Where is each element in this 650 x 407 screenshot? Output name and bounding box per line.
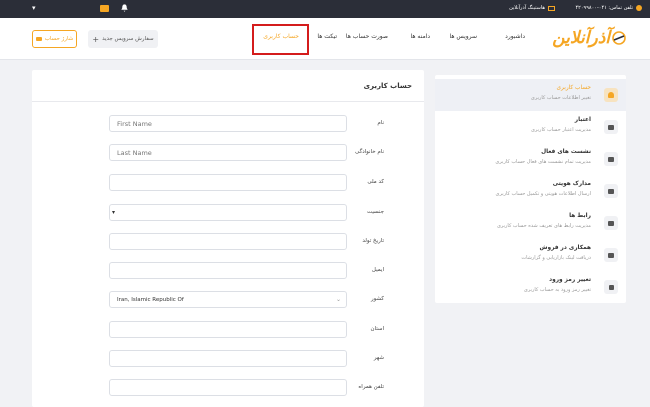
cash-button-label: شارژ حساب	[44, 36, 74, 42]
sidebar-item-subtitle: دریافت لینک بازاریابی و گزارشات	[521, 255, 591, 261]
mobile-label: تلفن همراه	[358, 384, 384, 390]
active-nav-highlight	[252, 24, 309, 55]
sidebar-item-title: تغییر رمز ورود	[549, 277, 591, 283]
plus-icon: +	[92, 34, 100, 44]
sidebar-item-password[interactable]: تغییر رمز ورود تغییر رمز ورود به حساب کا…	[435, 271, 626, 303]
phone-icon	[636, 5, 642, 11]
sessions-icon	[604, 152, 618, 166]
last-name-label: نام خانوادگی	[355, 149, 384, 155]
wallet-icon	[35, 37, 42, 41]
wallet-card-icon[interactable]	[100, 5, 109, 12]
last-name-input[interactable]	[109, 144, 347, 161]
city-label: شهر	[373, 355, 384, 361]
email-input[interactable]	[109, 262, 347, 279]
national-id-label: کد ملی	[367, 179, 384, 185]
divider	[32, 101, 424, 102]
phone-label: تلفن تماس: ۰۴۱-۴۲۰۹۹۸۰۰	[575, 5, 633, 11]
bell-icon[interactable]	[120, 3, 129, 13]
first-name-label: نام	[377, 120, 384, 126]
sidebar-item-subtitle: تغییر اطلاعات حساب کاربری	[530, 95, 591, 101]
birth-date-input[interactable]	[109, 233, 347, 250]
top-bar: تلفن تماس: ۰۴۱-۴۲۰۹۹۸۰۰ هاستینگ آذرآنلای…	[0, 0, 650, 18]
sidebar-item-subtitle: مدیریت تمام نشست های فعال حساب کاربری	[495, 159, 591, 165]
chevron-down-icon: ⌄	[335, 296, 341, 303]
order-service-button[interactable]: سفارش سرویس جدید +	[88, 30, 158, 48]
sidebar-item-subtitle: مدیریت اعتبار حساب کاربری	[530, 127, 591, 133]
country-label: کشور	[370, 296, 384, 302]
logo-mark-icon	[612, 31, 626, 45]
city-input[interactable]	[109, 350, 347, 367]
order-button-label: سفارش سرویس جدید	[102, 36, 154, 42]
sidebar-item-title: حساب کاربری	[556, 85, 592, 91]
first-name-input[interactable]	[109, 115, 347, 132]
sidebar-item-subtitle: مدیریت رابط های تعریف شده حساب کاربری	[496, 223, 591, 229]
sidebar-item-documents[interactable]: مدارک هویتی ارسال اطلاعات هویتی و تکمیل …	[435, 175, 626, 207]
mobile-input[interactable]	[109, 379, 347, 396]
account-sidebar: حساب کاربری تغییر اطلاعات حساب کاربری اع…	[435, 75, 626, 303]
sidebar-item-title: همکاری در فروش	[539, 245, 591, 251]
sidebar-item-account[interactable]: حساب کاربری تغییر اطلاعات حساب کاربری	[435, 79, 626, 111]
country-value: Iran, Islamic Republic Of	[117, 296, 184, 303]
sidebar-item-contacts[interactable]: رابط ها مدیریت رابط های تعریف شده حساب ک…	[435, 207, 626, 239]
email-label: ایمیل	[371, 267, 384, 273]
sidebar-item-title: رابط ها	[569, 213, 591, 219]
nav-invoices[interactable]: صورت حساب ها	[346, 33, 388, 40]
sidebar-item-affiliate[interactable]: همکاری در فروش دریافت لینک بازاریابی و گ…	[435, 239, 626, 271]
chevron-down-icon: ▾	[112, 209, 116, 216]
chevron-down-icon[interactable]: ▾	[32, 4, 36, 12]
nav-dashboard[interactable]: داشبورد	[505, 33, 525, 40]
id-card-icon	[604, 184, 618, 198]
phone-contact[interactable]: تلفن تماس: ۰۴۱-۴۲۰۹۹۸۰۰	[575, 5, 642, 11]
hosting-link[interactable]: هاستینگ آذرآنلاین	[509, 5, 555, 11]
wallet-icon	[604, 120, 618, 134]
sidebar-item-title: مدارک هویتی	[552, 181, 591, 187]
lock-icon	[604, 280, 618, 294]
sidebar-item-credit[interactable]: اعتبار مدیریت اعتبار حساب کاربری	[435, 111, 626, 143]
birth-date-label: تاریخ تولد	[362, 238, 384, 244]
contacts-icon	[604, 216, 618, 230]
hosting-label: هاستینگ آذرآنلاین	[509, 5, 545, 11]
nav-services[interactable]: سرویس ها	[450, 33, 477, 40]
nav-tickets[interactable]: تیکت ها	[317, 33, 337, 40]
nav-domains[interactable]: دامنه ها	[411, 33, 430, 40]
province-label: استان	[370, 326, 384, 332]
sidebar-item-subtitle: تغییر رمز ورود به حساب کاربری	[523, 287, 591, 293]
sidebar-item-sessions[interactable]: نشست های فعال مدیریت تمام نشست های فعال …	[435, 143, 626, 175]
sidebar-item-subtitle: ارسال اطلاعات هویتی و تکمیل حساب کاربری	[495, 191, 591, 197]
country-select[interactable]: Iran, Islamic Republic Of ⌄	[109, 291, 347, 308]
logo[interactable]: آذرآنلاین	[552, 28, 626, 48]
gender-label: جنسیت	[366, 209, 384, 215]
sidebar-item-title: نشست های فعال	[541, 149, 591, 155]
handshake-icon	[604, 248, 618, 262]
gender-select[interactable]: ▾	[109, 204, 347, 221]
sidebar-item-title: اعتبار	[574, 117, 591, 123]
national-id-input[interactable]	[109, 174, 347, 191]
user-icon	[604, 88, 618, 102]
form-title: حساب کاربری	[363, 82, 412, 90]
charge-account-button[interactable]: شارژ حساب	[32, 30, 77, 48]
account-form-card: حساب کاربری نام نام خانوادگی کد ملی جنسی…	[32, 70, 424, 407]
monitor-icon	[548, 5, 555, 11]
province-input[interactable]	[109, 321, 347, 338]
logo-text: آذرآنلاین	[552, 28, 610, 48]
